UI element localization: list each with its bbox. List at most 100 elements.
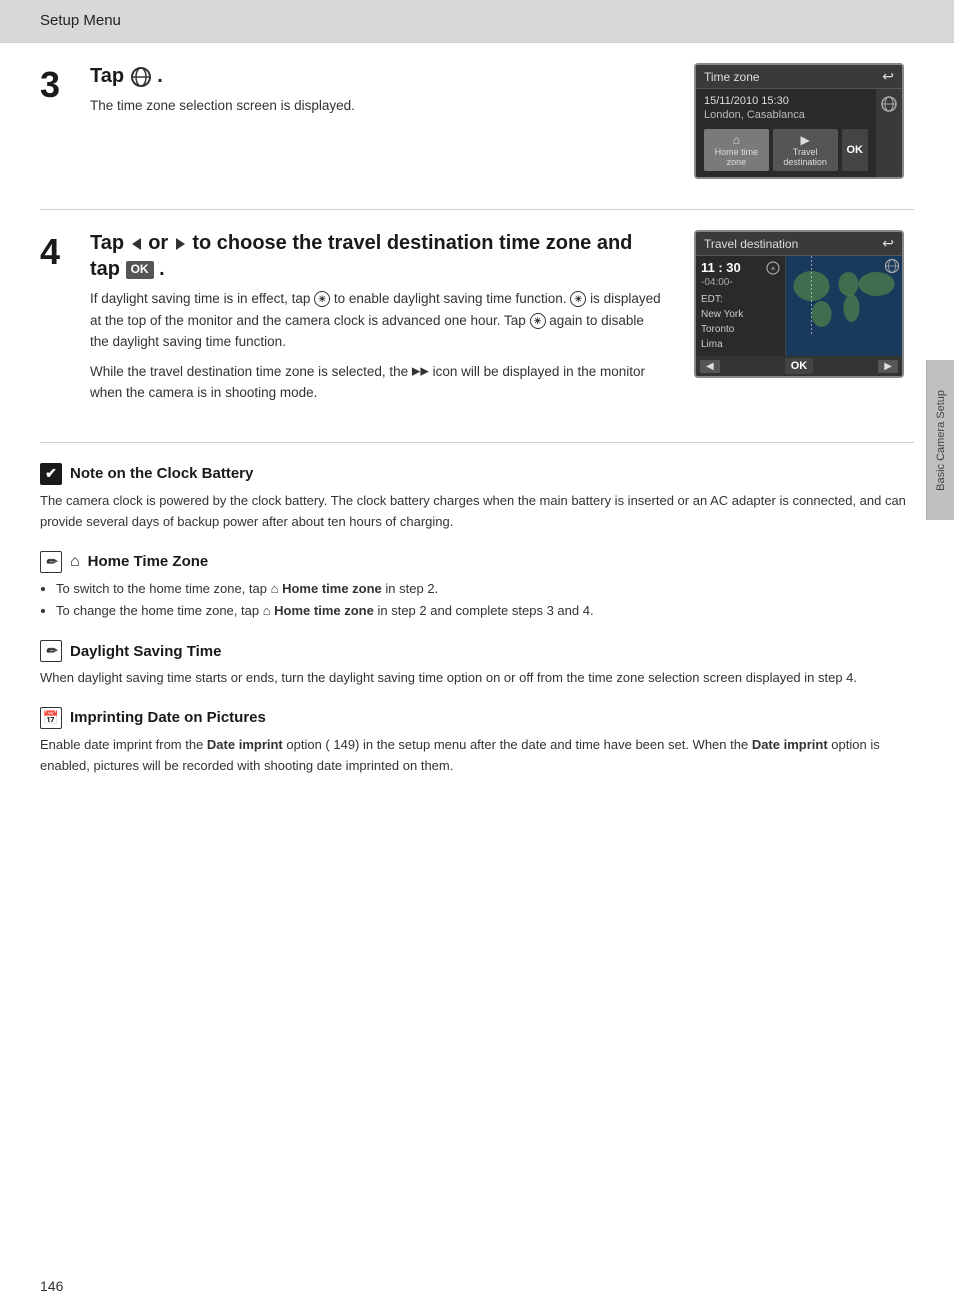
travel-destination-btn[interactable]: ▶ Travel destination bbox=[773, 129, 838, 171]
svg-text:☀: ☀ bbox=[770, 265, 776, 273]
step-4: 4 Tap or to choose the travel destinatio… bbox=[40, 230, 914, 412]
step-3-image: Time zone ↩ 15/11/2010 15:30 London, Cas… bbox=[694, 63, 914, 179]
daylight-saving-note: ✏ Daylight Saving Time When daylight sav… bbox=[40, 640, 914, 689]
daylight-title-text: Daylight Saving Time bbox=[70, 643, 221, 660]
item2-bold: Home time zone bbox=[274, 603, 374, 618]
step-3-title: Tap . bbox=[90, 63, 664, 89]
notes-section: ✔ Note on the Clock Battery The camera c… bbox=[40, 463, 914, 777]
imprinting-title: 📅 Imprinting Date on Pictures bbox=[40, 707, 914, 729]
step-3: 3 Tap . The time zone selection screen i… bbox=[40, 63, 914, 179]
travel-title: Travel destination bbox=[704, 237, 798, 251]
travel-back: ↩ bbox=[882, 235, 894, 252]
clock-battery-note: ✔ Note on the Clock Battery The camera c… bbox=[40, 463, 914, 533]
page: Setup Menu Basic Camera Setup 3 Tap . Th… bbox=[0, 0, 954, 1314]
item1-bold: Home time zone bbox=[282, 581, 382, 596]
header-title: Setup Menu bbox=[40, 12, 121, 29]
step-4-description: If daylight saving time is in effect, ta… bbox=[90, 288, 664, 353]
item1-suffix: in step 2. bbox=[385, 581, 438, 596]
item2-prefix: To change the home time zone, tap bbox=[56, 603, 263, 618]
tz-date: 15/11/2010 15:30 bbox=[704, 95, 789, 107]
imprinting-body: Enable date imprint from the Date imprin… bbox=[40, 735, 914, 777]
home-icon-item2: ⌂ bbox=[263, 603, 271, 618]
step-4-content: Tap or to choose the travel destination … bbox=[90, 230, 684, 412]
step-4-note-text: While the travel destination time zone i… bbox=[90, 364, 412, 379]
item2-suffix: in step 2 and complete steps 3 and 4. bbox=[377, 603, 593, 618]
nav-arrow-right[interactable]: ▶ bbox=[878, 360, 898, 373]
travel-destination-screen: Travel destination ↩ 11 : 30 ☀ bbox=[694, 230, 904, 378]
home-label: Home time zone bbox=[708, 147, 765, 167]
imprinting-prefix: Enable date imprint from the bbox=[40, 737, 207, 752]
step-4-number: 4 bbox=[40, 234, 90, 412]
step-4-or: or bbox=[148, 232, 174, 254]
step-3-title-dot: . bbox=[157, 65, 163, 87]
city2: Toronto bbox=[701, 322, 780, 337]
city3: Lima bbox=[701, 337, 780, 352]
dst-icon-inline1: ☀ bbox=[314, 291, 330, 307]
calendar-icon: 📅 bbox=[40, 707, 62, 729]
home-time-zone-btn[interactable]: ⌂ Home time zone bbox=[704, 129, 769, 171]
daylight-body: When daylight saving time starts or ends… bbox=[40, 668, 914, 689]
step-4-title: Tap or to choose the travel destination … bbox=[90, 230, 664, 282]
dst-icon-screen: ☀ bbox=[766, 261, 780, 275]
step-3-number: 3 bbox=[40, 67, 90, 179]
divider-1 bbox=[40, 209, 914, 210]
imprinting-note: 📅 Imprinting Date on Pictures Enable dat… bbox=[40, 707, 914, 777]
arrow-left-icon bbox=[132, 238, 141, 250]
home-time-zone-note: ✏ ⌂ Home Time Zone To switch to the home… bbox=[40, 551, 914, 623]
dst-icon-inline3: ☀ bbox=[530, 313, 546, 329]
step-3-content: Tap . The time zone selection screen is … bbox=[90, 63, 684, 179]
clock-battery-title: ✔ Note on the Clock Battery bbox=[40, 463, 914, 485]
time-zone-screen: Time zone ↩ 15/11/2010 15:30 London, Cas… bbox=[694, 63, 904, 179]
page-number: 146 bbox=[40, 1278, 63, 1294]
clock-battery-title-text: Note on the Clock Battery bbox=[70, 465, 253, 482]
step-4-end: . bbox=[159, 258, 165, 280]
ok-badge-step4: OK bbox=[126, 261, 154, 279]
home-icon-item1: ⌂ bbox=[271, 581, 279, 596]
city1: New York bbox=[701, 307, 780, 322]
step-4-note: While the travel destination time zone i… bbox=[90, 361, 664, 404]
tz-location: London, Casablanca bbox=[704, 109, 868, 121]
imprinting-title-text: Imprinting Date on Pictures bbox=[70, 709, 266, 726]
pencil-icon-home: ✏ bbox=[40, 551, 62, 573]
main-content: 3 Tap . The time zone selection screen i… bbox=[0, 43, 954, 825]
tz-title: Time zone bbox=[704, 70, 760, 84]
tz-screen-buttons: ⌂ Home time zone ▶ Travel destination OK bbox=[704, 129, 868, 171]
tz-screen-header: Time zone ↩ bbox=[696, 65, 902, 89]
step-4-desc1: If daylight saving time is in effect, ta… bbox=[90, 291, 314, 306]
tz-back: ↩ bbox=[882, 68, 894, 85]
home-icon-title: ⌂ bbox=[70, 553, 80, 571]
pencil-icon-daylight: ✏ bbox=[40, 640, 62, 662]
home-tz-title: ✏ ⌂ Home Time Zone bbox=[40, 551, 914, 573]
imprinting-bold2: Date imprint bbox=[752, 737, 828, 752]
city-list: EDT: New York Toronto Lima bbox=[701, 292, 780, 352]
travel-label: Travel destination bbox=[777, 147, 834, 167]
globe-icon-screen bbox=[880, 95, 898, 113]
check-icon: ✔ bbox=[40, 463, 62, 485]
step-3-description: The time zone selection screen is displa… bbox=[90, 95, 664, 117]
step-4-image: Travel destination ↩ 11 : 30 ☀ bbox=[694, 230, 914, 412]
globe-icon-step3 bbox=[130, 66, 152, 88]
travel-icon: ▶ bbox=[777, 133, 834, 147]
home-tz-item1: To switch to the home time zone, tap ⌂ H… bbox=[56, 579, 914, 600]
item1-prefix: To switch to the home time zone, tap bbox=[56, 581, 271, 596]
clock-battery-body: The camera clock is powered by the clock… bbox=[40, 491, 914, 533]
home-tz-title-text: Home Time Zone bbox=[88, 553, 209, 570]
travel-nav: ◀ OK ▶ bbox=[696, 356, 902, 376]
ok-btn-tz[interactable]: OK bbox=[842, 129, 869, 171]
step-3-title-tap: Tap bbox=[90, 65, 130, 87]
arrow-right-icon bbox=[176, 238, 185, 250]
globe-icon-travel bbox=[884, 258, 900, 274]
imprinting-bold1: Date imprint bbox=[207, 737, 283, 752]
daylight-title: ✏ Daylight Saving Time bbox=[40, 640, 914, 662]
home-icon: ⌂ bbox=[708, 133, 765, 147]
imprinting-mid: option ( 149) in the setup menu after th… bbox=[286, 737, 751, 752]
travel-header: Travel destination ↩ bbox=[696, 232, 902, 256]
step-4-desc2: to enable daylight saving time function. bbox=[334, 291, 570, 306]
page-header: Setup Menu bbox=[0, 0, 954, 43]
travel-time-left: 11 : 30 bbox=[701, 260, 741, 275]
ok-btn-travel[interactable]: OK bbox=[785, 358, 814, 374]
travel-offset: -04:00- bbox=[701, 277, 780, 288]
travel-destination-icon: ▶▶ bbox=[412, 365, 429, 377]
home-tz-item2: To change the home time zone, tap ⌂ Home… bbox=[56, 601, 914, 622]
nav-arrow-left[interactable]: ◀ bbox=[700, 360, 720, 373]
